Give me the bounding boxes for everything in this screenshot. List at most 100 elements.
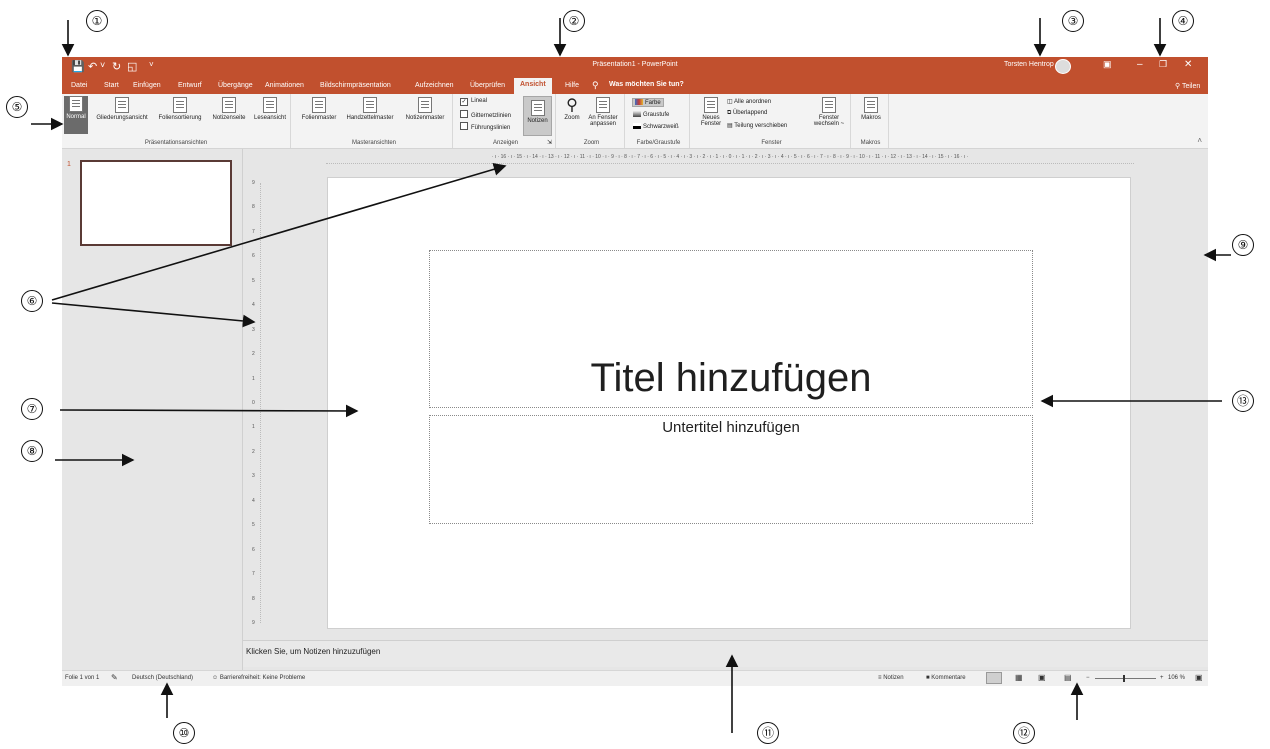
- move-split-button[interactable]: ▤ Teilung verschieben: [727, 122, 787, 129]
- minimize-icon[interactable]: –: [1137, 59, 1143, 70]
- outline-view-label: Gliederungsansicht: [96, 115, 148, 121]
- new-window-button[interactable]: Neues Fenster: [697, 97, 725, 127]
- zoom-out-button[interactable]: −: [1086, 675, 1090, 681]
- arrange-all-icon: ◫: [727, 99, 733, 105]
- vertical-ruler-tick: 5: [252, 522, 255, 529]
- accessibility-checker[interactable]: ☺ Barrierefreiheit: Keine Probleme: [212, 675, 305, 681]
- slide-thumbnail[interactable]: [80, 160, 232, 246]
- notes-toggle-button[interactable]: Notizen: [523, 96, 552, 136]
- spellcheck-icon[interactable]: ✎: [111, 673, 118, 682]
- outline-view-button[interactable]: Gliederungsansicht: [91, 97, 153, 121]
- ribbon-display-options-icon[interactable]: ▣: [1103, 59, 1112, 70]
- vertical-ruler-tick: 3: [252, 473, 255, 480]
- reading-view-button[interactable]: Leseansicht: [251, 97, 289, 121]
- ruler-checkbox[interactable]: ✓ Lineal: [460, 98, 487, 106]
- vertical-ruler-tick: 6: [252, 253, 255, 260]
- notes-master-label: Notizenmaster: [405, 115, 445, 121]
- tab-entwurf[interactable]: Entwurf: [178, 82, 202, 89]
- fit-to-window-label-2: anpassen: [589, 121, 617, 127]
- tell-me-search[interactable]: Was möchten Sie tun?: [609, 81, 684, 88]
- vertical-ruler-tick: 9: [252, 180, 255, 186]
- dialog-launcher-icon[interactable]: ⇲: [547, 139, 552, 146]
- cascade-button[interactable]: ⧉ Überlappend: [727, 110, 767, 117]
- group-label-show: Anzeigen: [492, 140, 519, 146]
- collapse-ribbon-icon[interactable]: ˄: [1197, 136, 1202, 145]
- switch-windows-button[interactable]: Fenster wechseln ~: [811, 97, 847, 127]
- tab-aufzeichnen[interactable]: Aufzeichnen: [415, 82, 454, 89]
- zoom-button[interactable]: ⚲ Zoom: [562, 97, 582, 121]
- zoom-in-button[interactable]: +: [1160, 675, 1164, 681]
- restore-icon[interactable]: ❐: [1159, 59, 1167, 70]
- notes-master-button[interactable]: Notizenmaster: [400, 97, 450, 121]
- vertical-ruler-tick: 3: [252, 326, 255, 333]
- title-placeholder[interactable]: Titel hinzufügen: [429, 250, 1033, 408]
- title-bar: 💾 ↶ ˅ ↻ ◱ ˅ Präsentation1 - PowerPoint T…: [62, 57, 1208, 77]
- tab-ansicht[interactable]: Ansicht: [514, 78, 552, 94]
- tab-einfuegen[interactable]: Einfügen: [133, 82, 161, 89]
- notes-page-button[interactable]: Notizenseite: [208, 97, 250, 121]
- reading-view-status-icon[interactable]: ▣: [1038, 673, 1046, 682]
- tab-start[interactable]: Start: [104, 82, 119, 89]
- tab-hilfe[interactable]: Hilfe: [565, 82, 579, 89]
- macros-label: Makros: [861, 115, 881, 121]
- avatar[interactable]: [1055, 59, 1071, 74]
- vertical-ruler-tick: 8: [252, 204, 255, 211]
- gridlines-checkbox[interactable]: Gitternetzlinien: [460, 110, 511, 119]
- arrange-all-label: Alle anordnen: [734, 99, 772, 105]
- normal-view-button[interactable]: Normal: [64, 96, 88, 134]
- zoom-slider-thumb[interactable]: [1123, 675, 1125, 682]
- reading-view-icon: [263, 97, 277, 113]
- notes-pane[interactable]: Klicken Sie, um Notizen hinzuzufügen: [243, 640, 1208, 667]
- tab-datei[interactable]: Datei: [71, 82, 87, 89]
- zoom-slider[interactable]: [1095, 678, 1156, 679]
- callout-2: ②: [563, 10, 585, 32]
- new-window-icon: [704, 97, 718, 113]
- grayscale-button[interactable]: Graustufe: [633, 111, 669, 118]
- slide-sorter-button[interactable]: Foliensortierung: [154, 97, 206, 121]
- slide-canvas[interactable]: Titel hinzufügen Untertitel hinzufügen: [327, 177, 1131, 629]
- group-label-master-views: Masteransichten: [351, 140, 397, 146]
- tab-animationen[interactable]: Animationen: [265, 82, 304, 89]
- vertical-ruler-tick: 2: [252, 448, 255, 455]
- subtitle-placeholder[interactable]: Untertitel hinzufügen: [429, 415, 1033, 524]
- normal-view-status-icon[interactable]: [986, 672, 1002, 684]
- vertical-ruler-tick: 1: [252, 375, 255, 382]
- tab-uebergaenge[interactable]: Übergänge: [218, 82, 253, 89]
- share-button[interactable]: ⚲ Teilen: [1175, 82, 1200, 90]
- fit-slide-icon[interactable]: ▣: [1195, 673, 1203, 682]
- handout-master-button[interactable]: Handzettelmaster: [342, 97, 398, 121]
- notes-icon: [530, 100, 545, 116]
- notes-page-label: Notizenseite: [212, 115, 246, 121]
- language-indicator[interactable]: Deutsch (Deutschland): [132, 675, 193, 681]
- comments-button[interactable]: ■ Kommentare: [926, 675, 966, 681]
- fit-to-window-button[interactable]: An Fenster anpassen: [584, 97, 622, 127]
- slide-sorter-status-icon[interactable]: ▦: [1015, 673, 1023, 682]
- vertical-ruler-tick: 4: [252, 302, 255, 309]
- zoom-level[interactable]: 106 %: [1168, 675, 1185, 681]
- group-label-presentation-views: Präsentationsansichten: [144, 140, 208, 146]
- callout-10: ⑩: [173, 722, 195, 744]
- user-name[interactable]: Torsten Hentrop: [1004, 61, 1054, 68]
- color-icon: [635, 99, 643, 105]
- tab-ueberpruefen[interactable]: Überprüfen: [470, 82, 505, 89]
- new-window-label-2: Fenster: [700, 121, 722, 127]
- switch-windows-icon: [822, 97, 836, 113]
- group-label-macros: Makros: [860, 140, 881, 146]
- ruler-label: Lineal: [471, 98, 488, 104]
- black-white-button[interactable]: Schwarzweiß: [633, 123, 679, 130]
- color-button[interactable]: Farbe: [632, 98, 664, 107]
- guides-label: Führungslinien: [471, 125, 511, 131]
- macros-button[interactable]: Makros: [857, 97, 885, 121]
- slide-master-button[interactable]: Folienmaster: [299, 97, 339, 121]
- notes-status-button[interactable]: ≡ Notizen: [878, 675, 904, 681]
- slideshow-status-icon[interactable]: ▤: [1064, 673, 1072, 682]
- tab-bildschirmpraesentation[interactable]: Bildschirmpräsentation: [320, 82, 391, 89]
- notes-status-icon: ≡: [878, 675, 882, 681]
- move-split-label: Teilung verschieben: [734, 123, 788, 129]
- close-icon[interactable]: ✕: [1184, 59, 1192, 70]
- callout-11: ⑪: [757, 722, 779, 744]
- arrange-all-button[interactable]: ◫ Alle anordnen: [727, 98, 771, 105]
- share-label: Teilen: [1181, 83, 1201, 90]
- person-icon: ⚲: [1175, 83, 1181, 90]
- guides-checkbox[interactable]: Führungslinien: [460, 122, 510, 131]
